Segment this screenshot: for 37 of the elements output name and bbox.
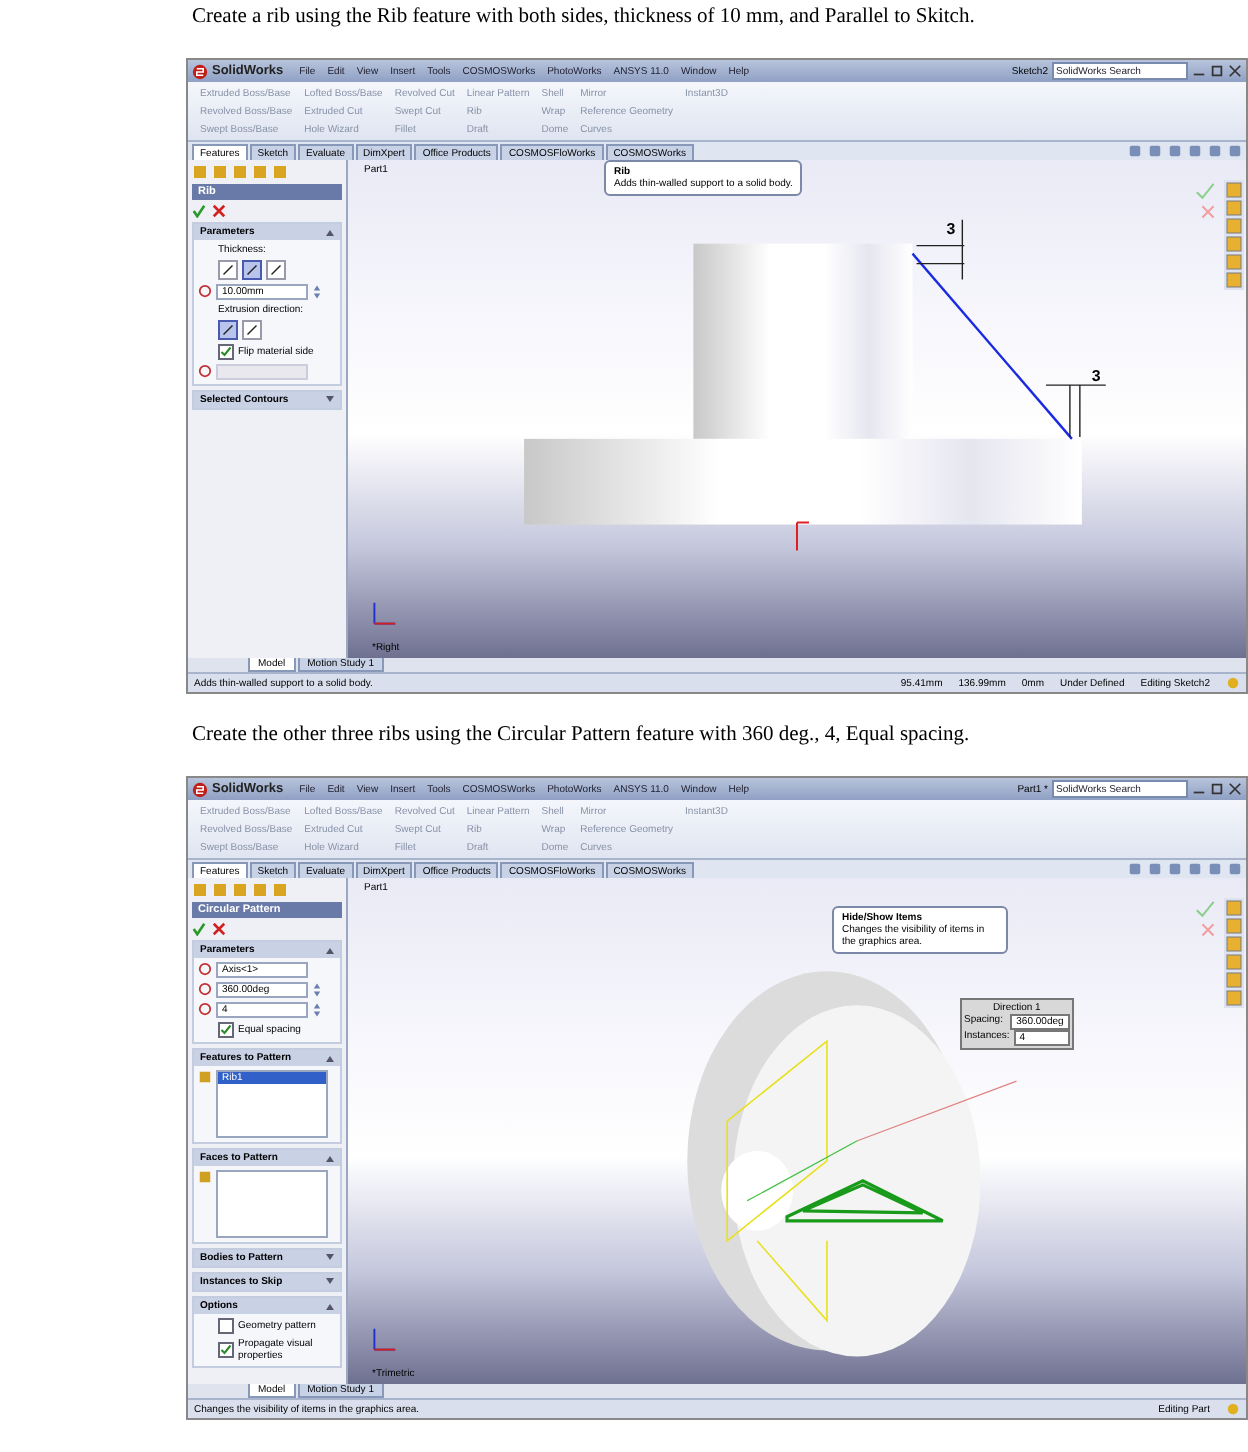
- close-icon[interactable]: [212, 922, 226, 936]
- axis-triad-icon: [368, 1324, 400, 1356]
- caption: Create a rib using the Rib feature with both sides, thickness of 10 mm, and Parallel to Skitch.: [192, 4, 977, 30]
- caption: Create the other three ribs using the Circular Pattern feature with 360 deg., 4, Equal spacing.: [192, 722, 972, 748]
- parameter-icon: [198, 364, 212, 378]
- dimension[interactable]: 3: [1045, 367, 1107, 438]
- maximize-icon[interactable]: [1210, 64, 1224, 78]
- spinner-icon[interactable]: [312, 284, 322, 300]
- checkbox[interactable]: [218, 1342, 234, 1358]
- option-button[interactable]: [218, 260, 238, 280]
- option-button[interactable]: [266, 260, 286, 280]
- sketch-line[interactable]: [911, 252, 1073, 440]
- rebuild-icon[interactable]: [1226, 676, 1240, 690]
- checkbox[interactable]: [218, 344, 234, 360]
- option-button[interactable]: [218, 320, 238, 340]
- logo-icon: [192, 781, 208, 797]
- close-icon[interactable]: [1228, 782, 1242, 796]
- close-icon[interactable]: [1228, 64, 1242, 78]
- close-icon[interactable]: [212, 204, 226, 218]
- rebuild-icon[interactable]: [1226, 1402, 1240, 1416]
- selection-list[interactable]: [216, 1170, 328, 1238]
- origin-icon: [796, 521, 810, 552]
- parameter-icon: [198, 284, 212, 298]
- dimension[interactable]: 3: [915, 219, 966, 281]
- check-icon[interactable]: [192, 922, 206, 936]
- spinner-icon[interactable]: [312, 1002, 322, 1018]
- check-icon[interactable]: [192, 204, 206, 218]
- axis-triad-icon: [368, 598, 400, 630]
- checkbox[interactable]: [218, 1318, 234, 1334]
- selection-icon: [198, 1070, 212, 1084]
- spinner-icon[interactable]: [312, 982, 322, 998]
- option-button[interactable]: [242, 260, 262, 280]
- selection-icon: [198, 1170, 212, 1184]
- logo-icon: [192, 63, 208, 79]
- checkbox[interactable]: [218, 1022, 234, 1038]
- option-button[interactable]: [242, 320, 262, 340]
- maximize-icon[interactable]: [1210, 782, 1224, 796]
